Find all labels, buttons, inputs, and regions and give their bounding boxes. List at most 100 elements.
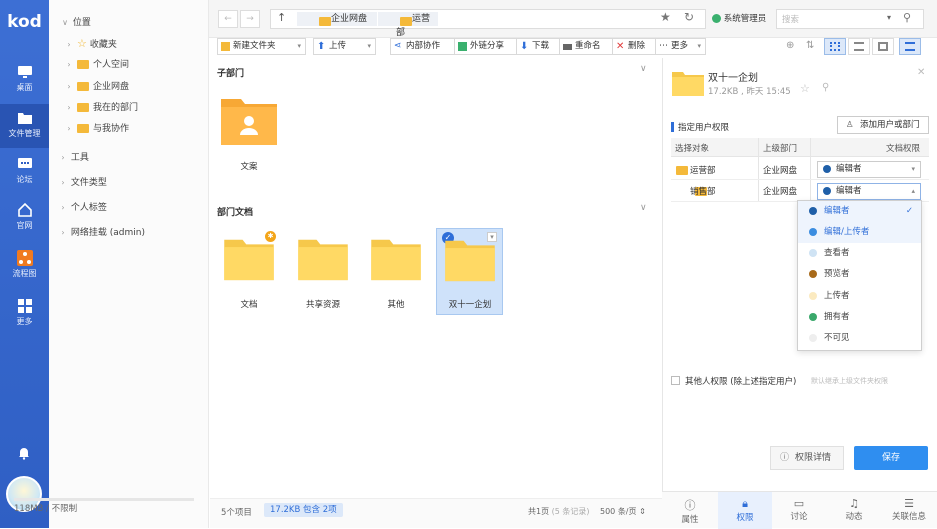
- dept-folder-icon: [676, 165, 688, 175]
- nav-label: 流程图: [12, 269, 37, 278]
- download-button[interactable]: ⬇ 下载: [516, 38, 559, 55]
- toggle-panel-button[interactable]: [899, 38, 921, 55]
- bell-icon[interactable]: [17, 446, 31, 460]
- new-folder-button[interactable]: 新建文件夹 ▾: [217, 38, 306, 55]
- search-icon[interactable]: ⚲: [903, 11, 911, 24]
- tree-group-mount[interactable]: › 网络挂载 (admin): [58, 222, 145, 243]
- folder-name: 其他: [387, 300, 405, 310]
- option-editor[interactable]: 编辑者 ✓: [798, 201, 921, 222]
- tab-related[interactable]: ☰ 关联信息: [882, 492, 936, 529]
- user-badge[interactable]: 系统管理员: [712, 12, 766, 24]
- lock-icon: 🔒︎: [742, 497, 748, 510]
- option-viewer[interactable]: 查看者: [798, 243, 921, 264]
- perm-select[interactable]: 编辑者 ▾: [817, 161, 921, 178]
- nav-website[interactable]: 官网: [0, 196, 49, 240]
- btn-label: 更多: [671, 41, 689, 51]
- pin-icon: ✱: [265, 231, 276, 242]
- folder-item[interactable]: [220, 95, 280, 155]
- tree-item-personal[interactable]: › 个人空间: [64, 54, 129, 75]
- tree-root[interactable]: ∨ 位置: [60, 12, 91, 33]
- sort-icon[interactable]: ⇅: [806, 40, 814, 51]
- folder-icon: [319, 17, 331, 26]
- view-list-button[interactable]: [848, 38, 870, 55]
- caret-updown-icon: ⇕: [639, 507, 646, 516]
- list-view-icon: [854, 42, 864, 51]
- option-label: 编辑者: [824, 206, 850, 216]
- caret-down-icon[interactable]: ▾: [887, 13, 891, 22]
- tab-activity[interactable]: ♫ 动态: [827, 492, 881, 529]
- view-icons-button[interactable]: [824, 38, 846, 55]
- up-arrow-icon[interactable]: ↑: [277, 11, 286, 24]
- option-invisible[interactable]: 不可见: [798, 328, 921, 349]
- chevron-down-icon[interactable]: ∨: [640, 203, 647, 213]
- folder-item[interactable]: [368, 237, 424, 284]
- tab-discussion[interactable]: ▭ 讨论: [772, 492, 826, 529]
- nav-more[interactable]: 更多: [0, 292, 49, 336]
- option-editor-uploader[interactable]: 编辑/上传者: [798, 222, 921, 243]
- perm-row-name: 销售部: [690, 187, 716, 197]
- bell-icon: ♫: [849, 497, 859, 510]
- search-input[interactable]: 搜索 ▾: [776, 9, 924, 29]
- folder-name: 文案: [240, 162, 258, 172]
- tree-group-tools[interactable]: › 工具: [58, 147, 89, 168]
- folder-item[interactable]: ✱: [221, 231, 277, 284]
- forward-button[interactable]: →: [240, 10, 260, 28]
- folder-icon: [224, 239, 274, 281]
- chevron-down-icon[interactable]: ∨: [640, 64, 647, 74]
- option-label: 上传者: [824, 291, 850, 301]
- pagination: 共1页 (5 条记录): [528, 506, 590, 517]
- chevron-right-icon: ›: [67, 82, 71, 91]
- tab-label: 关联信息: [891, 512, 926, 522]
- rename-button[interactable]: 重命名: [559, 38, 612, 55]
- nav-desktop[interactable]: 桌面: [0, 58, 49, 102]
- option-label: 编辑/上传者: [824, 227, 870, 237]
- other-perm-label: 其他人权限 (除上述指定用户): [685, 377, 797, 387]
- breadcrumb-item-ops[interactable]: 运营部: [378, 12, 438, 38]
- external-share-button[interactable]: 外链分享: [454, 38, 516, 55]
- tree-group-filetypes[interactable]: › 文件类型: [58, 172, 107, 193]
- tree-item-favorites[interactable]: › ☆ 收藏夹: [64, 33, 117, 54]
- refresh-icon[interactable]: ↻: [684, 10, 694, 24]
- app-logo[interactable]: kod: [0, 12, 49, 32]
- folder-item-selected[interactable]: ✓ ▾ 双十一企划: [436, 228, 503, 315]
- tree-item-collab[interactable]: › 与我协作: [64, 118, 129, 139]
- star-icon[interactable]: ★: [660, 10, 671, 24]
- star-icon: ☆: [77, 37, 87, 50]
- upload-button[interactable]: ⬆ 上传 ▾: [313, 38, 376, 55]
- breadcrumb-item-enterprise[interactable]: 企业网盘: [297, 12, 377, 26]
- view-split-button[interactable]: [872, 38, 894, 55]
- per-page-select[interactable]: 500 条/页 ⇕: [600, 506, 646, 517]
- nav-forum[interactable]: 论坛: [0, 150, 49, 194]
- chevron-right-icon: ›: [61, 178, 65, 187]
- nav-flowchart[interactable]: 流程图: [0, 244, 49, 288]
- invisible-dot-icon: [809, 334, 817, 342]
- internal-collab-button[interactable]: ⋖ 内部协作: [390, 38, 454, 55]
- nav-file-manager[interactable]: 文件管理: [0, 104, 49, 148]
- other-perm-checkbox[interactable]: [671, 376, 680, 385]
- pin-icon[interactable]: ⚲: [822, 82, 829, 93]
- add-user-button[interactable]: ♙ 添加用户或部门: [837, 116, 929, 134]
- tab-properties[interactable]: ⓘ 属性: [663, 492, 717, 529]
- tree-group-tags[interactable]: › 个人标签: [58, 197, 107, 218]
- more-button[interactable]: ⋯ 更多 ▾: [655, 38, 706, 55]
- zoom-icon[interactable]: ⊕: [786, 40, 794, 51]
- close-icon[interactable]: ✕: [917, 67, 925, 78]
- option-uploader[interactable]: 上传者: [798, 286, 921, 307]
- back-button[interactable]: ←: [218, 10, 238, 28]
- search-placeholder: 搜索: [782, 15, 800, 25]
- folder-item[interactable]: [295, 237, 351, 284]
- save-button[interactable]: 保存: [854, 446, 928, 470]
- star-icon[interactable]: ☆: [800, 82, 810, 95]
- tree-item-my-dept[interactable]: › 我在的部门: [64, 97, 138, 118]
- tree-label: 与我协作: [93, 124, 130, 134]
- btn-label: 新建文件夹: [233, 41, 276, 51]
- perm-detail-button[interactable]: ⓘ 权限详情: [770, 446, 844, 470]
- tab-label: 动态: [845, 512, 863, 522]
- tree-item-enterprise[interactable]: › 企业网盘: [64, 76, 129, 97]
- delete-button[interactable]: ✕ 删除: [612, 38, 655, 55]
- btn-label: 添加用户或部门: [860, 120, 920, 130]
- perm-select-open[interactable]: 编辑者 ▴: [817, 183, 921, 200]
- option-owner[interactable]: 拥有者: [798, 307, 921, 328]
- tab-permissions[interactable]: 🔒︎ 权限: [718, 492, 772, 529]
- option-previewer[interactable]: 预览者: [798, 264, 921, 285]
